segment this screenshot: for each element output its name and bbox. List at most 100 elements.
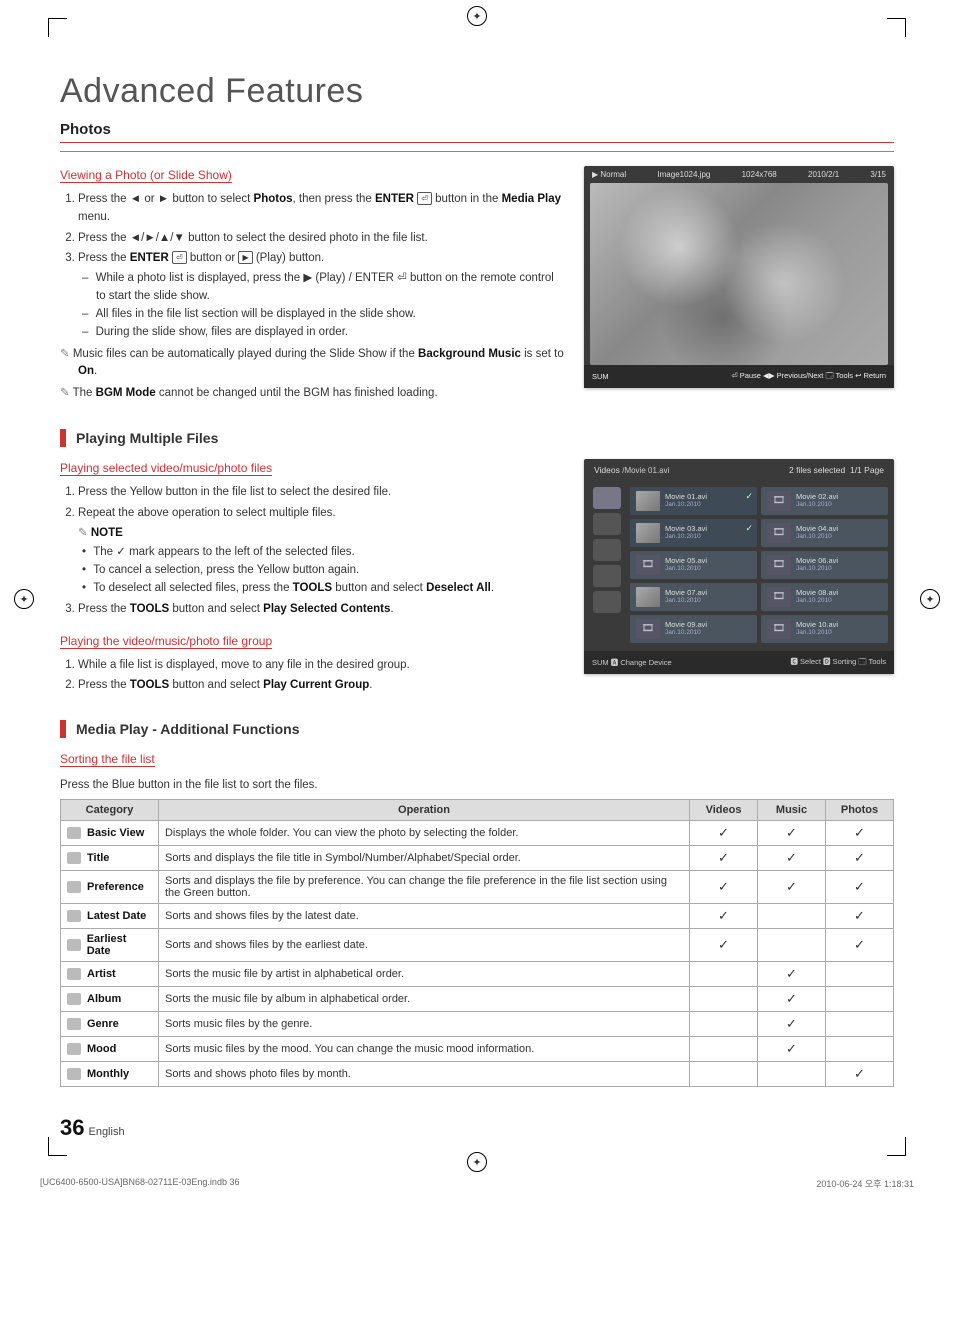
cell-category: Genre [61,1012,159,1037]
registration-mark-bottom-icon [467,1152,487,1172]
slideshow-date: 2010/2/1 [808,170,839,179]
list-item: Repeat the above operation to select mul… [78,505,566,598]
list-item: Press the ◄ or ► button to select Photos… [78,191,566,227]
slideshow-controls: ⏎ Pause ◀▶ Previous/Next 🗔 Tools ↩ Retur… [731,370,886,383]
file-name: Movie 02.avi [796,493,838,501]
file-name: Movie 10.avi [796,621,838,629]
thumbnail-image [636,523,660,543]
file-list-screenshot: Videos /Movie 01.avi 2 files selected 1/… [584,459,894,674]
sorting-heading: Sorting the file list [60,752,155,767]
cell-photos [826,1012,894,1037]
file-tile: Movie 01.aviJan.10.2010✓ [630,487,757,515]
cell-videos [690,1062,758,1087]
file-name: Movie 06.avi [796,557,838,565]
list-item: To deselect all selected files, press th… [96,580,566,598]
cell-category: Title [61,846,159,871]
table-row: AlbumSorts the music file by album in al… [61,987,894,1012]
cell-videos: ✓ [690,846,758,871]
file-date: Jan.10.2010 [796,565,838,572]
cell-photos: ✓ [826,821,894,846]
sidebar-item [593,513,621,535]
cell-photos [826,962,894,987]
col-category: Category [61,800,159,821]
col-music: Music [758,800,826,821]
sidebar-item [593,487,621,509]
list-item: Press the TOOLS button and select Play S… [78,601,566,619]
cell-videos [690,1012,758,1037]
list-item: Press the TOOLS button and select Play C… [78,677,566,695]
category-icon [67,1068,81,1080]
table-row: GenreSorts music files by the genre.✓ [61,1012,894,1037]
cell-music: ✓ [758,962,826,987]
cell-photos [826,1037,894,1062]
list-item: Press the ENTER ⏎ button or ▶ (Play) but… [78,250,566,341]
category-icon [67,1018,81,1030]
file-date: Jan.10.2010 [665,501,707,508]
viewing-steps-list: Press the ◄ or ► button to select Photos… [60,191,566,342]
cell-category: Mood [61,1037,159,1062]
media-tab: Videos [594,465,620,475]
col-videos: Videos [690,800,758,821]
cell-music: ✓ [758,1012,826,1037]
sidebar-item [593,591,621,613]
media-additional-title: Media Play - Additional Functions [76,721,300,737]
table-row: PreferenceSorts and displays the file by… [61,871,894,904]
file-tile: 🎞Movie 09.aviJan.10.2010 [630,615,757,643]
list-item: Press the ◄/►/▲/▼ button to select the d… [78,230,566,248]
list-item: All files in the file list section will … [96,306,566,324]
playing-multiple-title: Playing Multiple Files [76,430,218,446]
slideshow-mode: ▶ Normal [592,170,626,179]
movie-icon: 🎞 [767,523,791,543]
slideshow-position: 3/15 [870,170,886,179]
cell-music: ✓ [758,821,826,846]
cell-music: ✓ [758,846,826,871]
table-row: Earliest DateSorts and shows files by th… [61,929,894,962]
file-tile: 🎞Movie 06.aviJan.10.2010 [761,551,888,579]
file-name: Movie 01.avi [665,493,707,501]
table-row: TitleSorts and displays the file title i… [61,846,894,871]
file-name: Movie 04.avi [796,525,838,533]
cell-music: ✓ [758,987,826,1012]
file-name: Movie 09.avi [665,621,707,629]
slideshow-resolution: 1024x768 [742,170,777,179]
file-tile: Movie 07.aviJan.10.2010 [630,583,757,611]
cell-photos: ✓ [826,929,894,962]
cell-music [758,1062,826,1087]
cell-photos: ✓ [826,904,894,929]
playing-multiple-section: Playing Multiple Files [60,429,894,447]
file-date: Jan.10.2010 [665,565,707,572]
photo-viewer-screenshot: ▶ Normal Image1024.jpg 1024x768 2010/2/1… [584,166,894,388]
cell-photos [826,987,894,1012]
file-tile: 🎞Movie 02.aviJan.10.2010 [761,487,888,515]
playing-selected-steps: Press the Yellow button in the file list… [60,484,566,619]
cell-operation: Sorts and shows files by the latest date… [158,904,689,929]
cell-category: Album [61,987,159,1012]
slideshow-image [590,183,888,365]
cell-photos: ✓ [826,846,894,871]
sidebar-item [593,565,621,587]
cell-operation: Sorts and displays the file by preferenc… [158,871,689,904]
cell-music [758,904,826,929]
playing-selected-heading: Playing selected video/music/photo files [60,461,272,476]
cell-category: Artist [61,962,159,987]
registration-mark-left-icon [14,589,34,609]
cell-operation: Sorts the music file by album in alphabe… [158,987,689,1012]
page-title: Advanced Features [60,72,894,111]
registration-mark-top-icon [467,6,487,26]
file-date: Jan.10.2010 [796,501,838,508]
enter-icon: ⏎ [172,251,187,264]
note-bg-music: Music files can be automatically played … [60,346,566,382]
playing-group-steps: While a file list is displayed, move to … [60,657,566,696]
note-label: NOTE [78,525,566,543]
cell-category: Latest Date [61,904,159,929]
cell-category: Basic View [61,821,159,846]
list-item: The ✓ mark appears to the left of the se… [96,544,566,562]
table-row: Basic ViewDisplays the whole folder. You… [61,821,894,846]
table-row: MoodSorts music files by the mood. You c… [61,1037,894,1062]
movie-icon: 🎞 [636,555,660,575]
category-sidebar [590,487,624,643]
cell-videos: ✓ [690,904,758,929]
movie-icon: 🎞 [767,619,791,639]
file-name: Movie 07.avi [665,589,707,597]
crop-mark-tl-icon [48,18,67,37]
